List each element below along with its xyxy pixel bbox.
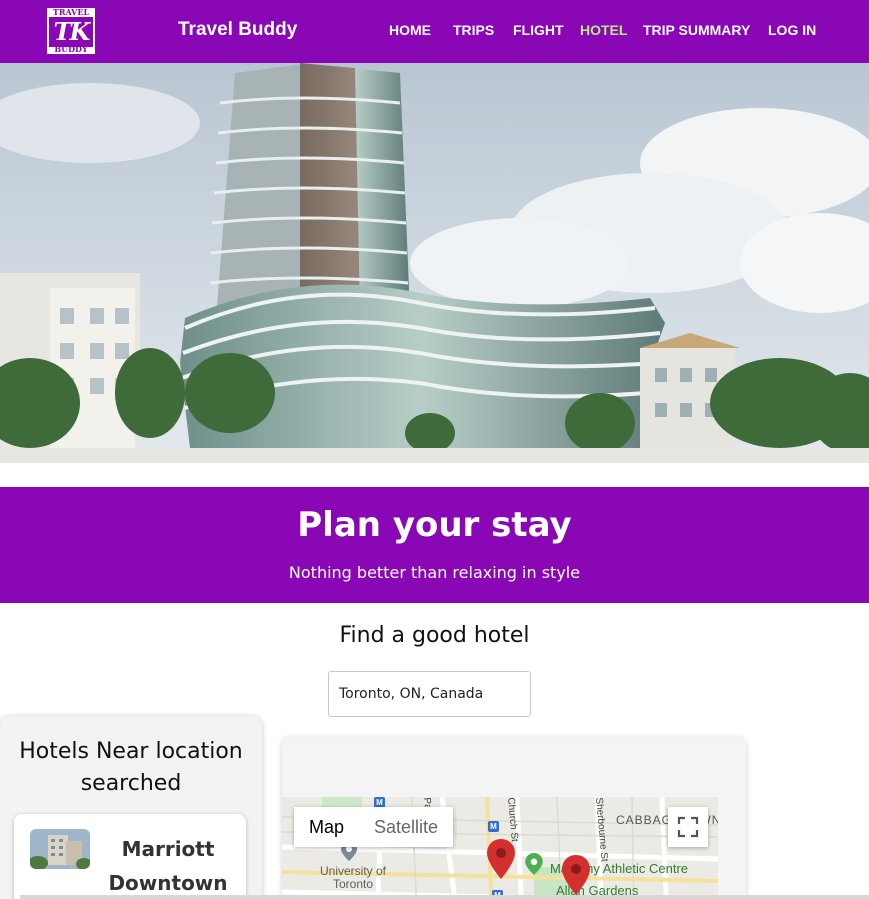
banner-title: Plan your stay [297, 505, 572, 545]
brand-name[interactable]: Travel Buddy [178, 19, 297, 41]
hotel-thumbnail [30, 829, 90, 869]
map-type-toggle: Map Satellite [294, 807, 454, 847]
page-scrollbar[interactable] [20, 895, 869, 899]
plan-stay-banner: Plan your stay Nothing better than relax… [0, 487, 869, 603]
brand-logo[interactable]: TRAVEL TK BUDDY [45, 6, 97, 56]
map-type-satellite-button[interactable]: Satellite [359, 807, 453, 847]
nav-home[interactable]: HOME [389, 22, 431, 38]
hotels-panel-title: Hotels Near location searched [19, 739, 243, 796]
fullscreen-button[interactable] [668, 807, 708, 847]
nav-trips[interactable]: TRIPS [453, 22, 494, 38]
location-search-input[interactable] [328, 671, 531, 717]
hotel-card[interactable]: Marriott Downtown [14, 814, 246, 899]
metro-icon: M [488, 821, 499, 832]
logo-top-text: TRAVEL [52, 7, 90, 17]
nav-trip-summary[interactable]: TRIP SUMMARY [643, 22, 750, 38]
navbar: TRAVEL TK BUDDY Travel Buddy HOME TRIPS … [0, 0, 869, 63]
nav-hotel[interactable]: HOTEL [580, 22, 627, 38]
hero-image [0, 63, 869, 463]
logo-bottom-text: BUDDY [54, 44, 88, 54]
hotel-map[interactable]: M M M Park Cres Church St Sherbourne St … [282, 797, 718, 899]
map-poi-university: University of Toronto [319, 864, 387, 891]
map-panel: M M M Park Cres Church St Sherbourne St … [282, 737, 746, 899]
map-type-map-button[interactable]: Map [294, 807, 359, 847]
nav-login[interactable]: LOG IN [768, 22, 816, 38]
hotels-panel: Hotels Near location searched Marriott D… [0, 716, 262, 899]
banner-subtitle: Nothing better than relaxing in style [288, 563, 581, 582]
hotel-marker-pin-icon[interactable] [487, 839, 515, 879]
logo-mark: TK [49, 17, 93, 47]
find-hotel-heading: Find a good hotel [339, 623, 530, 648]
nav-flight[interactable]: FLIGHT [513, 22, 564, 38]
hotel-name: Marriott Downtown [108, 837, 228, 895]
hotel-marker-pin-icon[interactable] [562, 855, 590, 895]
fullscreen-icon [677, 816, 699, 838]
map-park-icon [525, 853, 543, 875]
